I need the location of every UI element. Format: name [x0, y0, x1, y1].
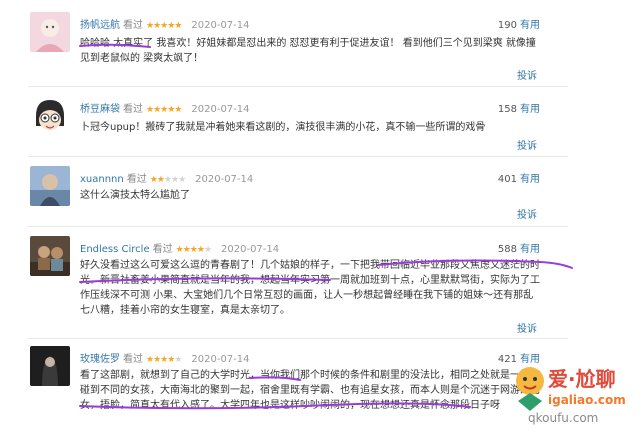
vote-count: 588	[497, 244, 517, 255]
divider	[28, 338, 568, 339]
report-link[interactable]: 投诉	[517, 67, 537, 82]
avatar[interactable]	[30, 166, 70, 206]
report-link[interactable]: 投诉	[517, 206, 537, 221]
review-text: 看了这部剧，就想到了自己的大学时光，当你我们那个时候的条件和剧里的没法比，相同之…	[80, 370, 540, 411]
review-text: 卜冠今upup！搬砖了我就是冲着她来看这剧的，演技很丰满的小花，真不输一些所谓的…	[80, 122, 486, 133]
review-meta: 桥豆麻袋 看过 ★★★★★ 2020-07-14	[80, 100, 250, 115]
rating-stars: ★★★★★	[146, 21, 182, 31]
star-filled-icon: ★	[175, 245, 184, 255]
report-link[interactable]: 投诉	[517, 137, 537, 152]
username-link[interactable]: Endless Circle	[80, 244, 150, 255]
watermark-url: igaliao.com	[548, 393, 626, 407]
useful-votes: 190 有用	[498, 16, 540, 31]
rating-stars: ★★★★★	[175, 245, 212, 255]
review-date: 2020-07-14	[191, 354, 250, 365]
review-date: 2020-07-14	[195, 174, 254, 185]
avatar[interactable]	[30, 236, 70, 276]
star-filled-icon: ★	[149, 175, 158, 185]
star-empty-icon: ★	[163, 175, 172, 185]
site-watermark: 爱·尬聊 igaliao.com qkoufu.com	[508, 359, 638, 427]
rating-stars: ★★★★★	[146, 355, 182, 365]
review-date: 2020-07-14	[221, 244, 280, 255]
vote-count: 158	[497, 104, 517, 115]
useful-button[interactable]: 有用	[520, 244, 540, 255]
mascot-logo-icon	[516, 367, 544, 411]
review-text: 好久没看过这么可爱这么逗的青春剧了！几个姑娘的样子，一下把我带回临近毕业那段又焦…	[80, 260, 540, 316]
review-meta: 扬帆远航 看过 ★★★★★ 2020-07-14	[80, 16, 250, 31]
review-date: 2020-07-14	[191, 104, 250, 115]
star-filled-icon: ★	[174, 21, 182, 31]
divider	[28, 86, 568, 87]
review-meta: xuannnn 看过 ★★★★★ 2020-07-14	[80, 170, 254, 185]
review-meta: 玫瑰佐罗 看过 ★★★★★ 2020-07-14	[80, 350, 250, 365]
star-empty-icon: ★	[203, 245, 212, 255]
review-date: 2020-07-14	[191, 20, 250, 31]
star-filled-icon: ★	[196, 245, 205, 255]
divider	[28, 156, 568, 157]
watched-label: 看过	[123, 20, 143, 31]
report-link[interactable]: 投诉	[517, 320, 537, 335]
watched-label: 看过	[152, 244, 173, 255]
username-link[interactable]: 桥豆麻袋	[80, 104, 120, 115]
star-empty-icon: ★	[174, 355, 182, 365]
star-filled-icon: ★	[156, 175, 165, 185]
watermark-title: 爱·尬聊	[548, 367, 616, 391]
watermark-url-secondary: qkoufu.com	[528, 411, 599, 425]
review-text: 哈哈哈 太真实了 我喜欢！好姐妹都是怼出来的 怼怼更有利于促进友谊！ 看到他们三…	[80, 38, 536, 64]
vote-count: 401	[497, 174, 517, 185]
star-filled-icon: ★	[174, 105, 182, 115]
username-link[interactable]: xuannnn	[80, 174, 124, 185]
watched-label: 看过	[126, 174, 147, 185]
useful-votes: 588 有用	[498, 240, 540, 255]
vote-count: 190	[497, 20, 517, 31]
rating-stars: ★★★★★	[149, 175, 186, 185]
star-empty-icon: ★	[178, 175, 186, 185]
star-filled-icon: ★	[182, 245, 191, 255]
avatar[interactable]	[30, 346, 70, 386]
username-link[interactable]: 玫瑰佐罗	[80, 354, 120, 365]
useful-votes: 401 有用	[498, 170, 540, 185]
username-link[interactable]: 扬帆远航	[80, 20, 120, 31]
review-text: 这什么演技太特么尴尬了	[80, 190, 190, 201]
review-meta: Endless Circle 看过 ★★★★★ 2020-07-14	[80, 240, 280, 255]
watched-label: 看过	[123, 354, 143, 365]
avatar[interactable]	[30, 12, 70, 52]
useful-votes: 158 有用	[498, 100, 540, 115]
divider	[28, 226, 568, 227]
star-empty-icon: ★	[170, 175, 179, 185]
avatar[interactable]	[30, 96, 70, 136]
watched-label: 看过	[123, 104, 143, 115]
useful-button[interactable]: 有用	[520, 104, 540, 115]
useful-button[interactable]: 有用	[520, 174, 540, 185]
useful-button[interactable]: 有用	[520, 20, 540, 31]
rating-stars: ★★★★★	[146, 105, 182, 115]
star-filled-icon: ★	[189, 245, 198, 255]
